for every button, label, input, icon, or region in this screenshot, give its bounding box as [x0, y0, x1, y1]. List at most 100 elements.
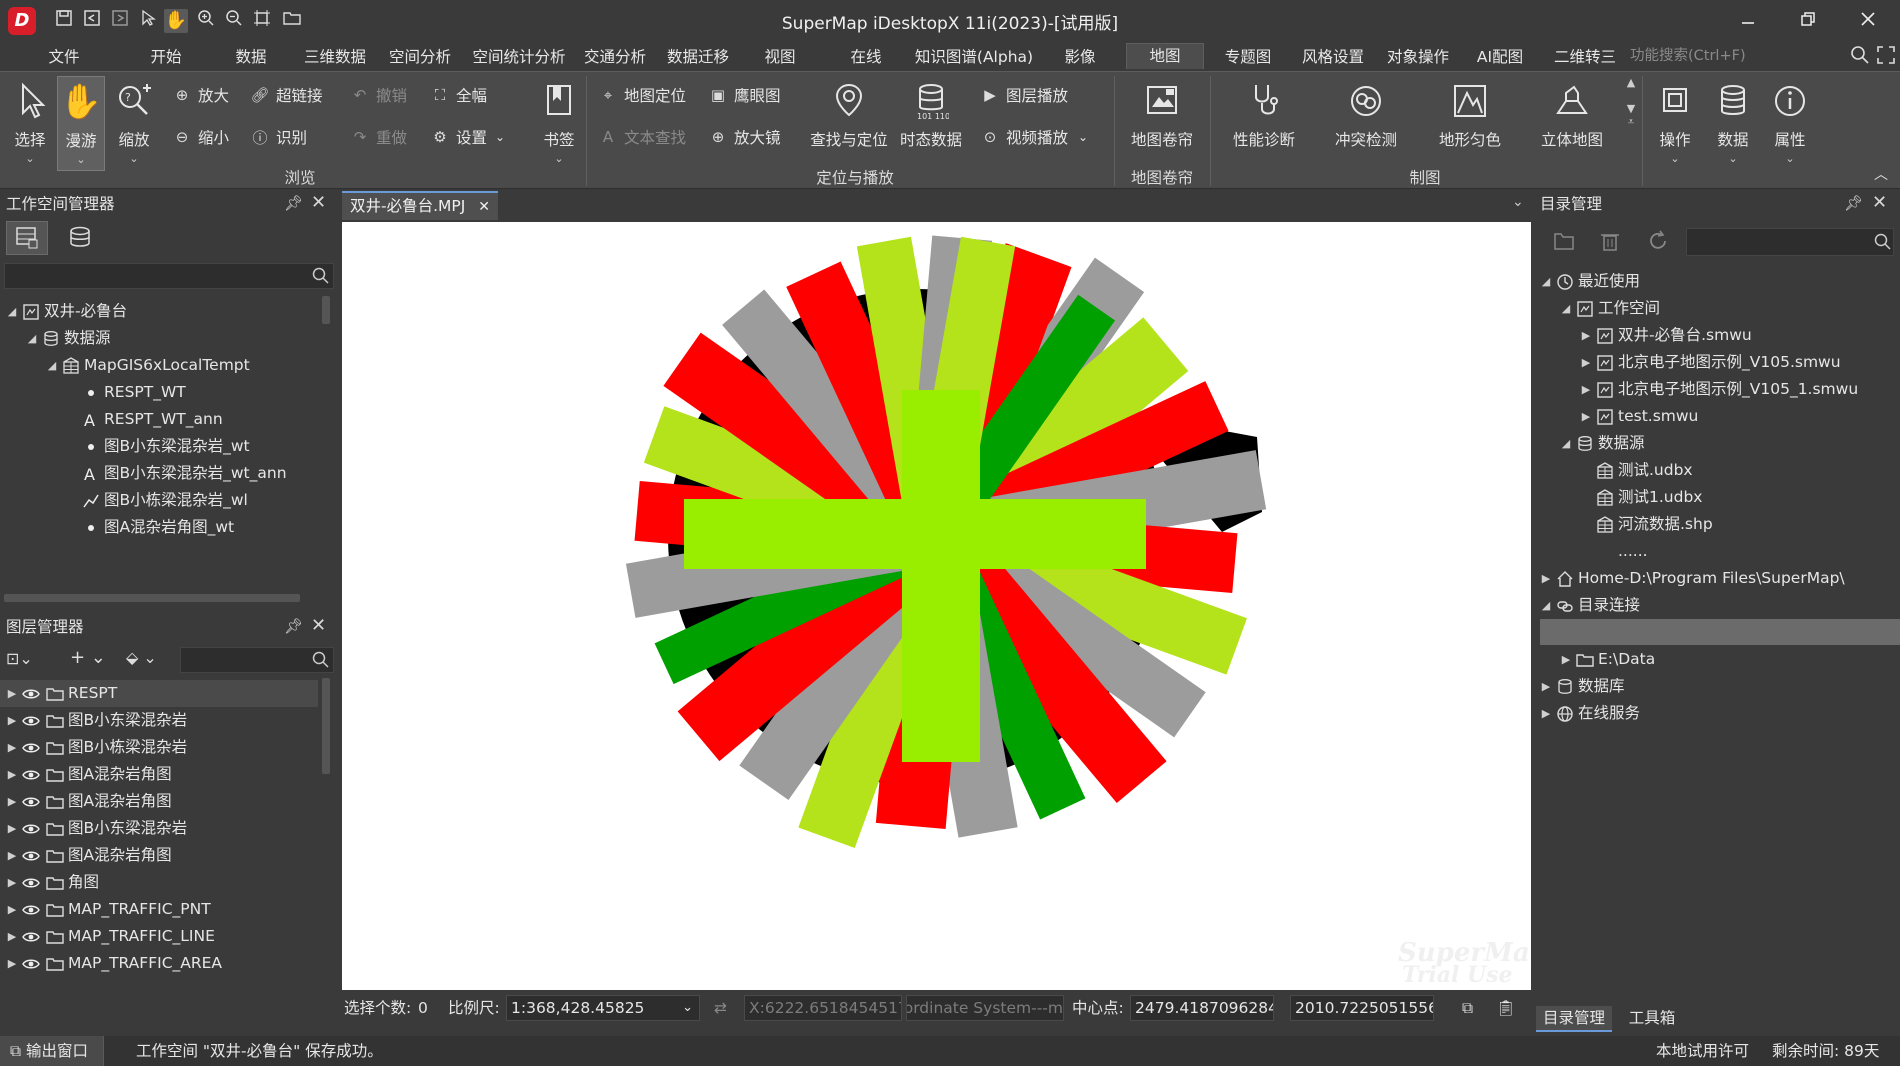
tab-view[interactable]: 视图: [760, 45, 800, 71]
layer-item[interactable]: ▶ 图A混杂岩角图: [0, 842, 318, 869]
expand-arrow-icon[interactable]: ◢: [4, 298, 20, 325]
catalog-tree-item[interactable]: 测试.udbx: [1578, 457, 1693, 484]
tab-3d-data[interactable]: 三维数据: [300, 45, 370, 71]
visibility-eye-icon[interactable]: [20, 874, 42, 892]
visibility-eye-icon[interactable]: [20, 901, 42, 919]
refresh-icon[interactable]: [1646, 229, 1670, 257]
open-workspace-icon[interactable]: [80, 9, 104, 33]
catalog-tree-item[interactable]: ▶ Home-D:\Program Files\SuperMap\: [1538, 565, 1845, 592]
search-icon[interactable]: [312, 651, 330, 673]
properties-button[interactable]: 属性 ⌄: [1766, 76, 1814, 171]
select-button[interactable]: 选择 ⌄: [8, 76, 52, 171]
expand-arrow-icon[interactable]: ◢: [44, 352, 60, 379]
output-window-button[interactable]: ⧉ 输出窗口: [0, 1036, 104, 1066]
catalog-tree-item[interactable]: ▶ 北京电子地图示例_V105.smwu: [1578, 349, 1841, 376]
catalog-tree-item[interactable]: ◢ 工作空间: [1558, 295, 1660, 322]
workspace-tree-item[interactable]: ◢ MapGIS6xLocalTempt: [44, 352, 250, 379]
layer-item[interactable]: ▶ 图A混杂岩角图: [0, 788, 318, 815]
expand-arrow-icon[interactable]: ▶: [1578, 322, 1594, 349]
tab-imagery[interactable]: 影像: [1060, 45, 1100, 71]
expand-arrow-icon[interactable]: ▶: [1578, 376, 1594, 403]
minimize-icon[interactable]: [1720, 4, 1776, 38]
layer-item[interactable]: ▶ MAP_TRAFFIC_AREA: [0, 950, 318, 977]
workspace-tree-item[interactable]: A RESPT_WT_ann: [64, 406, 223, 433]
workspace-tree-item[interactable]: RESPT_WT: [64, 379, 186, 406]
paste-coordinate-icon[interactable]: 📋︎: [1496, 995, 1516, 1021]
zoom-out-button[interactable]: ⊖ 缩小: [172, 124, 229, 150]
tab-style-settings[interactable]: 风格设置: [1298, 45, 1368, 71]
eagle-eye-button[interactable]: ▣ 鹰眼图: [708, 82, 781, 108]
data-button[interactable]: 数据 ⌄: [1710, 76, 1756, 171]
tab-data[interactable]: 数据: [227, 45, 275, 71]
close-icon[interactable]: ✕: [1872, 192, 1887, 213]
workspace-tree-item[interactable]: 图A混杂岩角图_wt: [64, 514, 234, 541]
tab-spatial-stats[interactable]: 空间统计分析: [468, 45, 570, 71]
temporal-data-button[interactable]: 101 110 时态数据: [896, 76, 966, 171]
zoom-in-button[interactable]: ⊕ 放大: [172, 82, 229, 108]
tab-list-chevron-icon[interactable]: ⌄: [1512, 194, 1524, 210]
layer-item[interactable]: ▶ 角图: [0, 869, 318, 896]
add-layer-icon[interactable]: + ⌄: [70, 647, 106, 668]
workspace-scrollbar[interactable]: [322, 296, 330, 324]
layer-play-button[interactable]: ▶ 图层播放: [980, 82, 1068, 108]
collapse-ribbon-icon[interactable]: ︿: [1874, 164, 1892, 183]
select-tool-icon[interactable]: [136, 9, 160, 33]
visibility-eye-icon[interactable]: [20, 685, 42, 703]
visibility-eye-icon[interactable]: [20, 928, 42, 946]
zoom-button[interactable]: ? 缩放 ⌄: [111, 76, 157, 171]
tab-start[interactable]: 开始: [142, 45, 190, 71]
tab-file[interactable]: 文件: [40, 45, 88, 71]
workspace-search-input[interactable]: [4, 263, 334, 289]
tab-2d-to-3d[interactable]: 二维转三: [1550, 45, 1620, 71]
close-tab-icon[interactable]: ✕: [478, 199, 490, 215]
center-y-field[interactable]: 2010.722505155667: [1290, 995, 1434, 1021]
expand-arrow-icon[interactable]: ◢: [1558, 295, 1574, 322]
text-find-button[interactable]: A 文本查找: [598, 124, 686, 150]
undo-button[interactable]: ↶ 撤销: [350, 82, 407, 108]
hyperlink-button[interactable]: 🔗︎ 超链接: [250, 82, 322, 108]
bookmark-button[interactable]: 书签 ⌄: [538, 76, 580, 171]
layer-item[interactable]: ▶ 图B小栋梁混杂岩: [0, 734, 318, 761]
relief-map-button[interactable]: 立体地图: [1530, 76, 1614, 171]
conflict-detect-button[interactable]: 冲突检测: [1324, 76, 1408, 171]
catalog-tree-item[interactable]: ▶ E:\Data: [1558, 646, 1655, 673]
catalog-tree-item[interactable]: ......: [1578, 538, 1648, 565]
settings-button[interactable]: ⚙ 设置 ⌄: [430, 124, 505, 150]
layer-item[interactable]: ▶ 图A混杂岩角图: [0, 761, 318, 788]
expand-arrow-icon[interactable]: ▶: [4, 815, 20, 842]
database-view-tab[interactable]: [60, 223, 100, 253]
layer-item[interactable]: ▶ RESPT: [0, 680, 318, 707]
operation-button[interactable]: 操作 ⌄: [1652, 76, 1698, 171]
layer-search-input[interactable]: [180, 647, 334, 673]
pin-icon[interactable]: 📌︎: [1844, 194, 1863, 212]
catalog-tree-item[interactable]: ▶ 数据库: [1538, 673, 1625, 700]
workspace-tree-item[interactable]: ◢ 数据源: [24, 325, 111, 352]
workspace-tree-item[interactable]: 图B小东梁混杂岩_wt: [64, 433, 250, 460]
expand-arrow-icon[interactable]: ▶: [4, 869, 20, 896]
expand-arrow-icon[interactable]: ▶: [4, 842, 20, 869]
find-locate-button[interactable]: 查找与定位: [806, 76, 892, 171]
expand-arrow-icon[interactable]: ▶: [1578, 403, 1594, 430]
swap-icon[interactable]: ⇄: [714, 995, 727, 1021]
full-extent-icon[interactable]: [250, 9, 274, 33]
expand-arrow-icon[interactable]: ▶: [4, 896, 20, 923]
expand-arrow-icon[interactable]: ▶: [4, 707, 20, 734]
catalog-tree-item[interactable]: ◢ 目录连接: [1538, 592, 1640, 619]
tab-online[interactable]: 在线: [846, 45, 886, 71]
catalog-tree-item[interactable]: ▶ 双井-必鲁台.smwu: [1578, 322, 1752, 349]
layer-style-icon[interactable]: ⬙ ⌄: [126, 648, 157, 667]
close-workspace-icon[interactable]: [108, 9, 132, 33]
tab-thematic-map[interactable]: 专题图: [1220, 45, 1276, 71]
delete-icon[interactable]: [1598, 229, 1622, 257]
catalog-tree-item[interactable]: 河流数据.shp: [1578, 511, 1713, 538]
search-icon[interactable]: [312, 267, 330, 289]
save-icon[interactable]: [52, 9, 76, 33]
workspace-view-tab[interactable]: [6, 221, 48, 255]
layer-item[interactable]: ▶ 图B小东梁混杂岩: [0, 707, 318, 734]
expand-arrow-icon[interactable]: ▶: [1538, 700, 1554, 727]
layer-item[interactable]: ▶ 图B小东梁混杂岩: [0, 815, 318, 842]
workspace-tree-item[interactable]: ◢ 双井-必鲁台: [4, 298, 127, 325]
terrain-color-button[interactable]: 地形匀色: [1428, 76, 1512, 171]
expand-arrow-icon[interactable]: ▶: [4, 734, 20, 761]
close-window-icon[interactable]: [1840, 4, 1896, 38]
